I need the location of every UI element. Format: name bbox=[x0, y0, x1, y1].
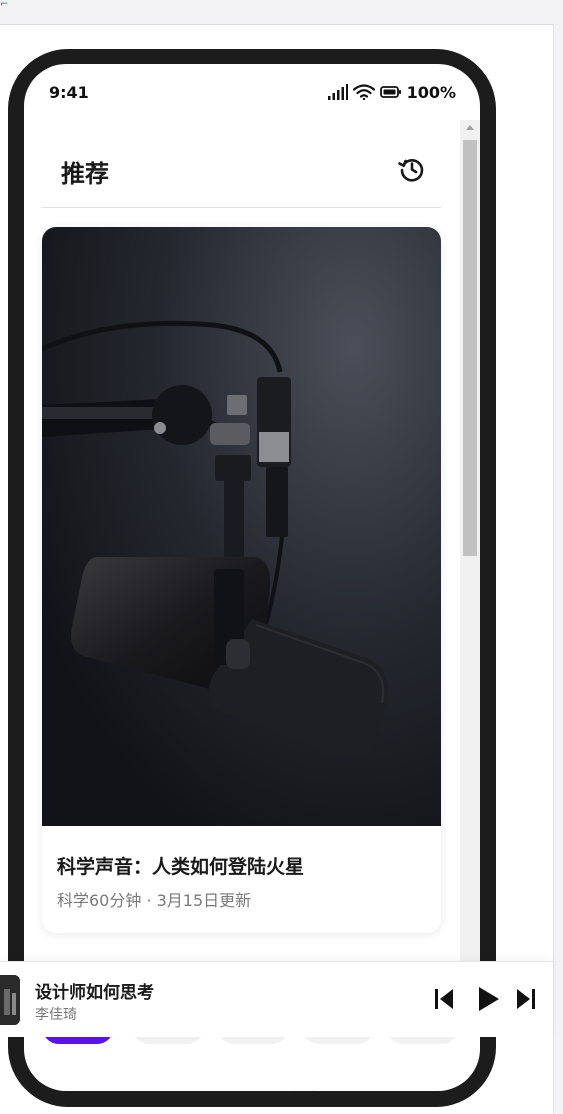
battery-icon bbox=[379, 86, 401, 98]
featured-meta: 科学60分钟 · 3月15日更新 bbox=[57, 891, 252, 910]
phone-screen: 9:41 100% 推荐 科学声音：人类如何登陆火星 科学60分钟 · 3月15… bbox=[24, 64, 480, 1091]
vertical-scrollbar[interactable] bbox=[460, 120, 480, 970]
skip-previous-icon[interactable] bbox=[434, 986, 454, 1012]
mini-player[interactable]: 设计师如何思考 李佳琦 bbox=[0, 961, 553, 1037]
mini-player-title: 设计师如何思考 bbox=[35, 983, 154, 1003]
status-bar: 9:41 100% bbox=[24, 64, 480, 120]
signal-icon bbox=[327, 84, 348, 100]
skip-next-icon[interactable] bbox=[516, 986, 536, 1012]
history-icon[interactable] bbox=[397, 154, 427, 184]
page-header: 推荐 bbox=[41, 120, 441, 208]
battery-percent: 100% bbox=[406, 82, 456, 102]
scroll-thumb[interactable] bbox=[463, 140, 477, 556]
status-icons: 100% bbox=[327, 82, 456, 102]
status-time: 9:41 bbox=[49, 83, 89, 102]
nav-item-search[interactable]: 搜索 bbox=[292, 1088, 320, 1091]
top-divider bbox=[0, 24, 553, 25]
bottom-nav: 首页 发现 搜索 我的 bbox=[24, 1088, 460, 1091]
nav-item-profile[interactable]: 我的 bbox=[406, 1088, 434, 1091]
play-icon[interactable] bbox=[476, 986, 500, 1012]
wifi-icon bbox=[352, 84, 375, 100]
nav-item-discover[interactable]: 发现 bbox=[179, 1088, 207, 1091]
page-title: 推荐 bbox=[61, 160, 109, 188]
corner-mark: ⌐ bbox=[0, 0, 9, 10]
featured-card[interactable]: 科学声音：人类如何登陆火星 科学60分钟 · 3月15日更新 bbox=[42, 227, 441, 933]
featured-title: 科学声音：人类如何登陆火星 bbox=[57, 856, 305, 878]
scroll-up-arrow[interactable] bbox=[466, 125, 474, 130]
featured-cover-image bbox=[42, 227, 441, 826]
mini-player-cover bbox=[0, 975, 20, 1025]
nav-item-home[interactable]: 首页 bbox=[66, 1088, 94, 1091]
mini-player-artist: 李佳琦 bbox=[35, 1007, 77, 1023]
scroll-content[interactable]: 推荐 科学声音：人类如何登陆火星 科学60分钟 · 3月15日更新 bbox=[24, 120, 460, 1091]
